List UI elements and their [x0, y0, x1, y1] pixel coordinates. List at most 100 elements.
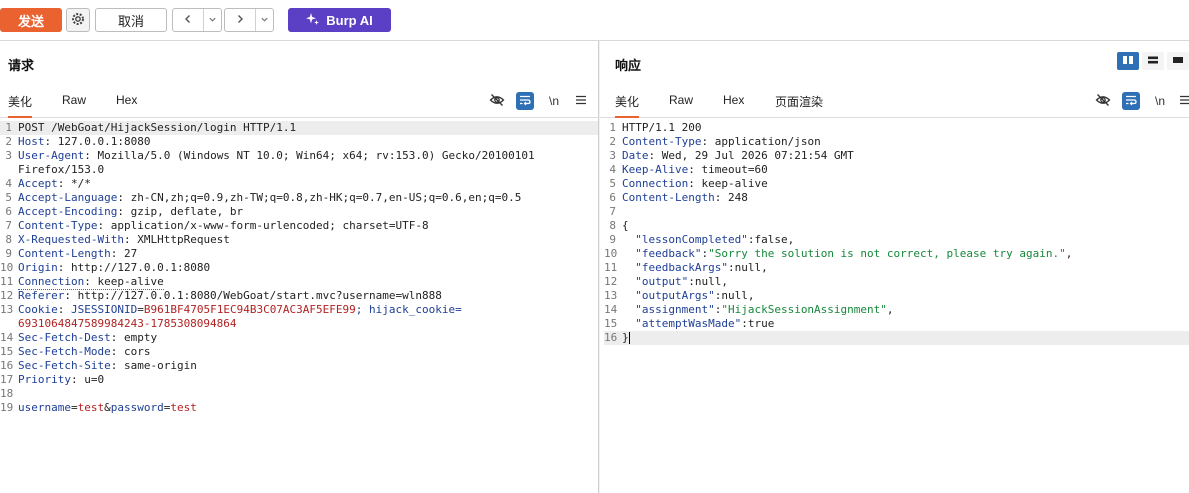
- param-name: username: [18, 401, 71, 414]
- menu-button[interactable]: [1176, 92, 1189, 110]
- code-line: 18: [0, 387, 598, 401]
- json-value: :null,: [727, 261, 768, 274]
- code-line-wrap: Firefox/153.0: [0, 163, 598, 177]
- code-line: 1 POST /WebGoat/HijackSession/login HTTP/…: [0, 121, 598, 135]
- header-name: Content-Length: [622, 191, 715, 204]
- tab-hex[interactable]: Hex: [723, 93, 744, 116]
- cancel-button[interactable]: 取消: [95, 8, 167, 32]
- forward-history-dropdown[interactable]: [256, 9, 273, 31]
- response-title: 响应: [615, 58, 642, 73]
- gear-icon: [70, 11, 86, 30]
- code-line: 1 HTTP/1.1 200: [604, 121, 1189, 135]
- settings-button[interactable]: [66, 8, 90, 32]
- layout-stacked-button[interactable]: [1142, 52, 1164, 70]
- code-line: 8{: [604, 219, 1189, 233]
- show-newlines-button[interactable]: \n: [1151, 92, 1169, 110]
- cookie-value-continued: 6931064847589984243-1785308094864: [18, 317, 237, 330]
- json-value: :false,: [747, 233, 795, 246]
- tab-pretty[interactable]: 美化: [615, 93, 640, 118]
- header-value: same-origin: [117, 359, 197, 372]
- header-name: Connection: [622, 177, 689, 190]
- request-pane: 请求 美化 Raw Hex \n 1 POST /WebGoat/HijackSe…: [0, 41, 599, 493]
- param-value: test: [77, 401, 105, 414]
- line-number: 14: [604, 303, 618, 316]
- line-number: 4: [609, 163, 616, 176]
- hamburger-icon: [1179, 94, 1189, 109]
- json-value: :true: [741, 317, 775, 330]
- header-value-continued: Firefox/153.0: [18, 163, 105, 176]
- word-wrap-button[interactable]: [516, 92, 534, 110]
- request-editor[interactable]: 1 POST /WebGoat/HijackSession/login HTTP/…: [0, 121, 598, 493]
- header-value: 127.0.0.1:8080: [51, 135, 151, 148]
- layout-switcher: [1117, 52, 1189, 70]
- code-line: 11 Connection: keep-alive: [0, 275, 164, 290]
- line-number: 18: [0, 387, 14, 400]
- line-number: 12: [604, 275, 618, 288]
- sparkle-icon: [306, 12, 320, 29]
- hide-nonprintable-button[interactable]: [1094, 92, 1112, 110]
- burp-ai-button[interactable]: Burp AI: [288, 8, 391, 32]
- json-brace: {: [622, 219, 629, 232]
- code-line: 9 "lessonCompleted":false,: [604, 233, 1189, 247]
- response-tabs: 美化 Raw Hex 页面渲染 \n: [600, 89, 1189, 118]
- line-number: 15: [604, 317, 618, 330]
- header-name: Content-Type: [622, 135, 702, 148]
- json-punct: ,: [1065, 247, 1073, 260]
- back-button[interactable]: [173, 9, 204, 31]
- hide-nonprintable-button[interactable]: [488, 92, 506, 110]
- menu-button[interactable]: [572, 92, 590, 110]
- header-value: keep-alive: [90, 275, 164, 288]
- line-number: 11: [0, 275, 14, 288]
- chevron-left-icon: [183, 11, 193, 29]
- line-number: 16: [0, 359, 14, 372]
- json-key: "outputArgs": [622, 289, 715, 302]
- header-name: Accept-Encoding: [18, 205, 118, 218]
- back-history-dropdown[interactable]: [204, 9, 221, 31]
- json-key: "output": [622, 275, 689, 288]
- back-nav-group: [172, 8, 222, 32]
- line-number: 4: [5, 177, 12, 190]
- code-line: 14 "assignment":"HijackSessionAssignment…: [604, 303, 894, 316]
- code-line: 4 Keep-Alive: timeout=60: [604, 163, 1189, 177]
- line-number: 8: [5, 233, 12, 246]
- tab-raw[interactable]: Raw: [669, 93, 693, 116]
- code-line: 4 Accept: */*: [0, 177, 598, 191]
- tab-raw[interactable]: Raw: [62, 93, 86, 116]
- code-line: 19 username=test&password=test: [0, 401, 197, 414]
- param-name: password: [110, 401, 164, 414]
- response-editor[interactable]: 1 HTTP/1.1 200 2 Content-Type: application…: [604, 121, 1189, 493]
- code-line: 17 Priority: u=0: [0, 373, 105, 386]
- code-line: 12 Referer: http://127.0.0.1:8080/WebGoat…: [0, 289, 442, 302]
- single-pane-icon: [1172, 55, 1184, 68]
- header-name: Sec-Fetch-Site: [18, 359, 111, 372]
- header-name: Connection: [18, 275, 85, 288]
- json-value: :null,: [688, 275, 728, 288]
- json-key: "feedback": [622, 247, 702, 260]
- layout-tabs-button[interactable]: [1167, 52, 1189, 70]
- header-name: X-Requested-With: [18, 233, 124, 246]
- tab-hex[interactable]: Hex: [116, 93, 137, 116]
- tab-render[interactable]: 页面渲染: [775, 93, 823, 116]
- header-value: http://127.0.0.1:8080/WebGoat/start.mvc?…: [70, 289, 442, 302]
- tab-pretty[interactable]: 美化: [8, 93, 33, 118]
- header-value: Wed, 29 Jul 2026 07:21:54 GMT: [655, 149, 854, 162]
- layout-side-by-side-button[interactable]: [1117, 52, 1139, 70]
- line-number: 14: [0, 331, 14, 344]
- line-number: 3: [609, 149, 616, 162]
- forward-button[interactable]: [225, 9, 256, 31]
- code-line: 14 Sec-Fetch-Dest: empty: [0, 331, 158, 344]
- code-line: 15 "attemptWasMade":true: [604, 317, 1189, 331]
- header-name: Accept: [18, 177, 58, 190]
- json-string: "HijackSessionAssignment": [721, 303, 887, 316]
- header-name: Date: [622, 149, 649, 162]
- send-button[interactable]: 发送: [0, 8, 62, 32]
- header-value: 248: [721, 191, 748, 204]
- header-name: Content-Length: [18, 247, 111, 260]
- word-wrap-button[interactable]: [1122, 92, 1140, 110]
- header-value: keep-alive: [694, 177, 768, 190]
- line-number: 7: [5, 219, 12, 232]
- line-number: 15: [0, 345, 14, 358]
- code-line: 9 Content-Length: 27: [0, 247, 598, 261]
- json-key: "attemptWasMade": [622, 317, 742, 330]
- show-newlines-button[interactable]: \n: [545, 92, 563, 110]
